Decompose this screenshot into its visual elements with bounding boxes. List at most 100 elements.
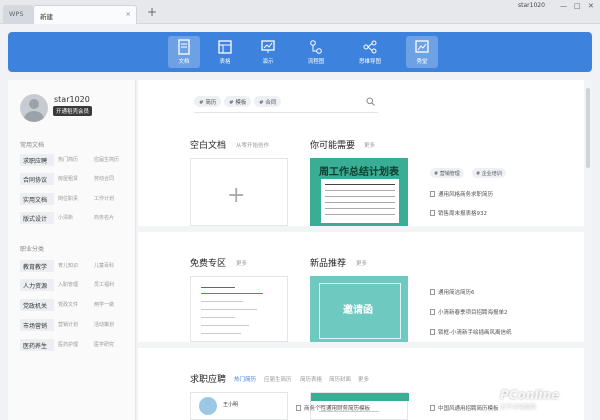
- main-content: # 简历 # 模板 # 合同 空白文档 从零开始创作 + 你可能需要 更多 周工…: [138, 80, 592, 420]
- tool-mindmap[interactable]: 思维导图: [354, 36, 386, 68]
- tool-presentation[interactable]: 演示: [252, 36, 284, 68]
- plus-icon: +: [227, 183, 246, 208]
- tab-new[interactable]: 新建 ×: [33, 5, 137, 24]
- sidebar-username[interactable]: star1020: [54, 95, 90, 104]
- template-list-item[interactable]: 销售周末报表格932: [430, 209, 487, 217]
- vip-button[interactable]: 开通稻壳会员: [53, 106, 93, 116]
- maximize-button[interactable]: □: [574, 2, 581, 10]
- template-list-item[interactable]: 锁框-小清新手绘插画风离信纸: [430, 328, 512, 336]
- close-window-button[interactable]: ✕: [588, 2, 594, 10]
- subcategory-link[interactable]: 育儿知识: [58, 262, 78, 269]
- subcategory-link[interactable]: 小清新: [58, 214, 73, 221]
- sidebar: star1020 开通稻壳会员 常用文档 求职应聘 热门简历 应届生简历 合同协…: [8, 80, 136, 420]
- free-resume-card[interactable]: [190, 276, 288, 342]
- tool-table[interactable]: 表格: [209, 36, 241, 68]
- invitation-template-card[interactable]: 邀请函: [310, 276, 408, 342]
- recommend-more-link[interactable]: 更多: [364, 141, 375, 149]
- jobs-link[interactable]: 热门简历: [234, 375, 256, 383]
- avatar[interactable]: [20, 94, 48, 122]
- subcategory-link[interactable]: 医药护理: [58, 341, 78, 348]
- titlebar-username[interactable]: star1020: [518, 2, 545, 9]
- template-list-item[interactable]: 通用简洁简历6: [430, 288, 475, 296]
- recommend-title: 你可能需要: [310, 141, 356, 151]
- watermark-brand: PConline: [500, 388, 560, 402]
- tool-document-label: 文档: [178, 59, 190, 65]
- close-tab-icon[interactable]: ×: [126, 10, 131, 18]
- template-tag[interactable]: # 营销管理: [430, 168, 464, 178]
- template-list-item[interactable]: 小清新春季项目招聘海报单2: [430, 308, 508, 316]
- template-list-item[interactable]: 商务个性通用财务简历模板: [296, 404, 370, 412]
- search-icon[interactable]: [366, 97, 375, 106]
- tool-document[interactable]: 文档: [168, 36, 200, 68]
- tab-wps[interactable]: WPS: [3, 5, 33, 24]
- blank-doc-link[interactable]: 从零开始创作: [236, 141, 269, 149]
- subcategory-link[interactable]: 商务名片: [94, 214, 114, 221]
- category-button[interactable]: 教育教学: [20, 260, 54, 272]
- weekly-plan-template-card[interactable]: 周工作总结计划表: [310, 158, 408, 226]
- tool-table-label: 表格: [219, 59, 231, 65]
- subcategory-link[interactable]: 党政文件: [58, 301, 78, 308]
- resume-name: 王小明: [223, 402, 239, 408]
- jobs-more-link[interactable]: 更多: [358, 375, 369, 383]
- subcategory-link[interactable]: 活动策划: [94, 321, 114, 328]
- template-list-label: 销售周末报表格932: [438, 211, 487, 217]
- blank-doc-card[interactable]: +: [190, 158, 288, 226]
- tool-showcase[interactable]: 秀堂: [406, 36, 438, 68]
- minimize-button[interactable]: —: [560, 2, 567, 10]
- category-button[interactable]: 市场营销: [20, 319, 54, 331]
- add-tab-button[interactable]: +: [147, 5, 157, 19]
- scrollbar[interactable]: [586, 88, 590, 168]
- subcategory-link[interactable]: 营销计划: [58, 321, 78, 328]
- subcategory-link[interactable]: 员工福利: [94, 281, 114, 288]
- search-tag-chip[interactable]: # 合同: [254, 96, 282, 107]
- resume-card[interactable]: 王小明: [190, 392, 288, 420]
- tool-presentation-label: 演示: [262, 59, 274, 65]
- template-list-item[interactable]: 中国风通用招聘简历模板: [430, 404, 499, 412]
- category-button[interactable]: 求职应聘: [20, 154, 54, 166]
- template-list-label: 通用风格商务求职简历: [438, 192, 494, 198]
- template-preview: [321, 179, 399, 223]
- subcategory-link[interactable]: 房屋租赁: [58, 175, 78, 182]
- template-list-item[interactable]: 通用风格商务求职简历: [430, 190, 493, 198]
- category-button[interactable]: 人力资源: [20, 279, 54, 291]
- free-more-link[interactable]: 更多: [236, 259, 247, 267]
- subcategory-link[interactable]: 两学一做: [94, 301, 114, 308]
- search-tag-chip[interactable]: # 简历: [194, 96, 222, 107]
- search-input[interactable]: [194, 112, 378, 113]
- category-row: 实用文档 岗位职责 工作计划: [20, 193, 132, 207]
- subcategory-link[interactable]: 工作计划: [94, 195, 114, 202]
- category-button[interactable]: 实用文档: [20, 193, 54, 205]
- subcategory-link[interactable]: 热门简历: [58, 156, 78, 163]
- subcategory-link[interactable]: 劳动合同: [94, 175, 114, 182]
- category-button[interactable]: 党政机关: [20, 299, 54, 311]
- document-icon: [430, 210, 435, 216]
- jobs-link[interactable]: 简历封面: [329, 375, 351, 383]
- search-tag-chip[interactable]: # 模板: [224, 96, 252, 107]
- invitation-title: 邀请函: [343, 305, 373, 316]
- panel-top: # 简历 # 模板 # 合同 空白文档 从零开始创作 + 你可能需要 更多 周工…: [138, 80, 584, 226]
- subcategory-link[interactable]: 医学研究: [94, 341, 114, 348]
- tool-flowchart[interactable]: 流程图: [300, 36, 332, 68]
- template-list-label: 锁框-小清新手绘插画风离信纸: [438, 330, 512, 336]
- category-button[interactable]: 合同协议: [20, 173, 54, 185]
- document-icon: [430, 405, 435, 411]
- watermark-sub: 太平洋电脑网: [500, 404, 537, 411]
- document-icon: [178, 39, 190, 55]
- document-icon: [430, 329, 435, 335]
- template-list-label: 中国风通用招聘简历模板: [438, 406, 499, 412]
- document-icon: [430, 289, 435, 295]
- newest-more-link[interactable]: 更多: [356, 259, 367, 267]
- panel-middle: 免费专区 更多 新品推荐 更多 邀请函 通用简洁简历6 小清新春季项目招聘海报单…: [138, 232, 584, 342]
- jobs-link[interactable]: 简历表格: [300, 375, 322, 383]
- subcategory-link[interactable]: 入职管理: [58, 281, 78, 288]
- template-tag[interactable]: # 企业培训: [472, 168, 506, 178]
- subcategory-link[interactable]: 儿童百科: [94, 262, 114, 269]
- category-button[interactable]: 版式设计: [20, 212, 54, 224]
- category-button[interactable]: 医药养生: [20, 339, 54, 351]
- subcategory-link[interactable]: 应届生简历: [94, 156, 119, 163]
- watermark: PConline 太平洋电脑网: [500, 388, 559, 411]
- subcategory-link[interactable]: 岗位职责: [58, 195, 78, 202]
- document-icon: [430, 309, 435, 315]
- category-row: 合同协议 房屋租赁 劳动合同: [20, 173, 132, 187]
- jobs-link[interactable]: 应届生简历: [264, 375, 292, 383]
